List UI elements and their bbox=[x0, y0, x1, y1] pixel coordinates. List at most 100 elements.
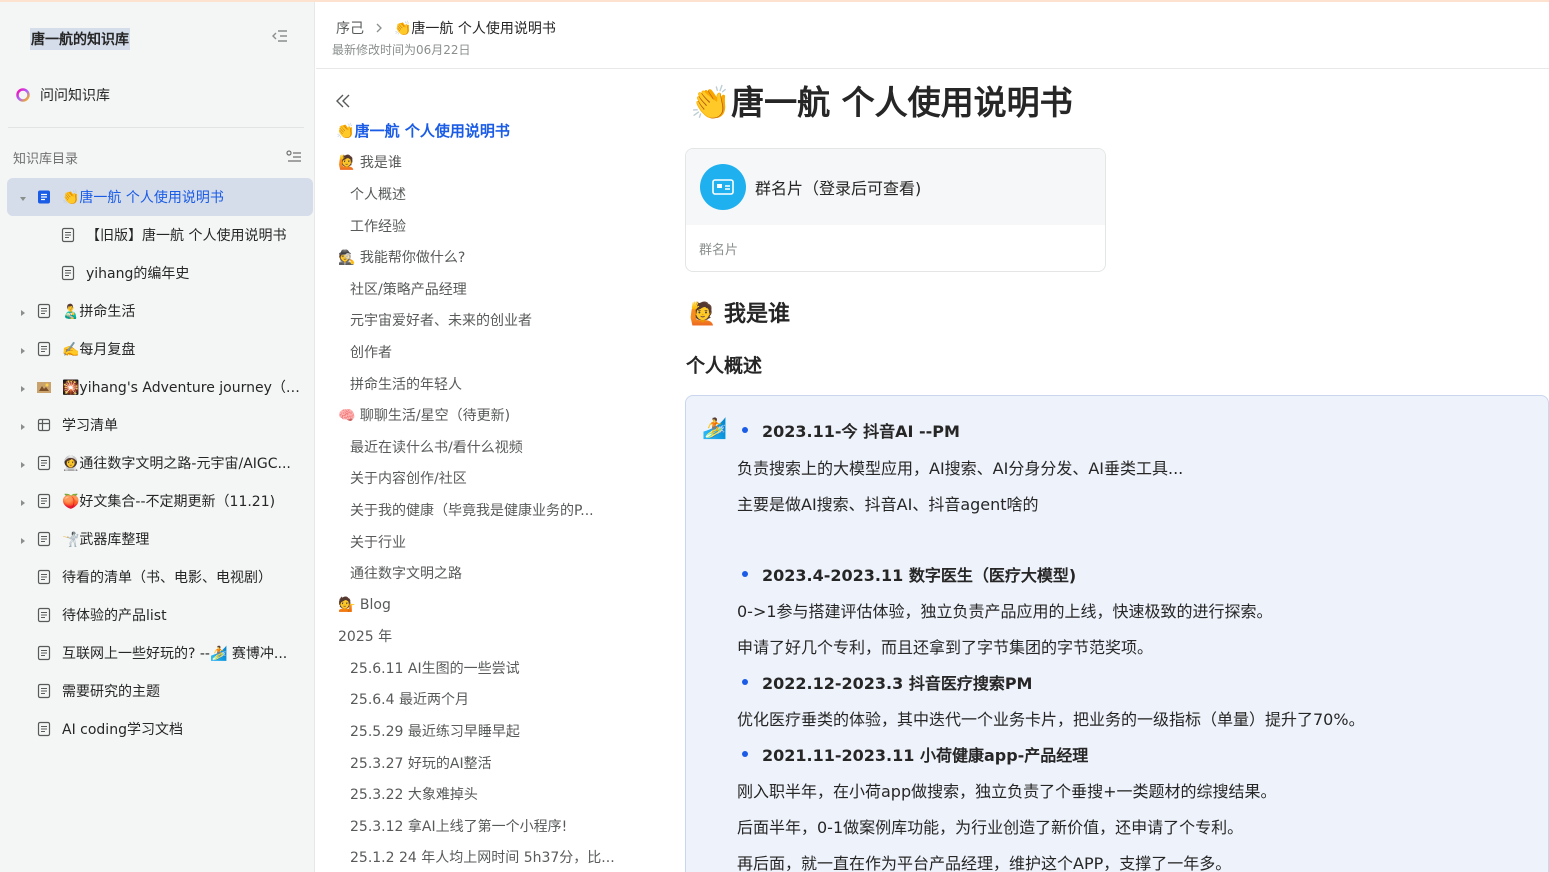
sidebar-item[interactable]: 🎇yihang's Adventure journey（new... bbox=[0, 368, 315, 406]
document-icon bbox=[60, 265, 76, 281]
outline-item[interactable]: 🧠 聊聊生活/星空（待更新) bbox=[316, 399, 656, 431]
caret-right-icon[interactable] bbox=[18, 420, 28, 430]
toc-list-icon[interactable] bbox=[285, 148, 303, 166]
outline-item[interactable]: 拼命生活的年轻人 bbox=[316, 368, 656, 400]
sidebar-item-label: 🤺武器库整理 bbox=[62, 532, 150, 548]
caret-right-icon[interactable] bbox=[18, 306, 28, 316]
experience-title: 2023.11-今 抖音AI --PM bbox=[762, 422, 960, 441]
outline-item[interactable]: 创作者 bbox=[316, 336, 656, 368]
outline-item[interactable]: 💁 Blog bbox=[316, 589, 656, 621]
doc-outline: 👏唐一航 个人使用说明书 🙋 我是谁 个人概述 工作经验 🕵️ 我能帮你做什么? 社区/策… bbox=[316, 70, 656, 872]
outline-item[interactable]: 社区/策略产品经理 bbox=[316, 273, 656, 305]
group-card[interactable]: 群名片（登录后可查看) 群名片 bbox=[685, 148, 1106, 272]
sidebar-item-label: 👨‍🍼拼命生活 bbox=[62, 304, 136, 320]
experience-detail: 刚入职半年，在小荷app做搜索，独立负责了个垂搜+一类题材的综搜结果。 bbox=[737, 782, 1277, 801]
double-chevron-left-icon[interactable] bbox=[334, 92, 352, 110]
document-icon bbox=[36, 607, 52, 623]
document-icon bbox=[36, 531, 52, 547]
sidebar-item[interactable]: 🍑好文集合--不定期更新（11.21) bbox=[0, 482, 315, 520]
sidebar-item[interactable]: 待体验的产品list bbox=[0, 596, 315, 634]
outline-item[interactable]: 25.5.29 最近练习早睡早起 bbox=[316, 715, 656, 747]
caret-right-icon[interactable] bbox=[18, 382, 28, 392]
caret-right-icon[interactable] bbox=[18, 344, 28, 354]
sidebar-item[interactable]: 🤺武器库整理 bbox=[0, 520, 315, 558]
sidebar-item[interactable]: 👩‍🚀通往数字文明之路-元宇宙/AIGC... bbox=[0, 444, 315, 482]
heading-who-am-i: 🙋 我是谁 bbox=[689, 302, 791, 327]
doc-header: 序己 👏唐一航 个人使用说明书 最新修改时间为06月22日 bbox=[316, 2, 1549, 69]
sidebar-item-label: 【旧版】唐一航 个人使用说明书 bbox=[86, 228, 287, 244]
sidebar-item-label: 待看的清单（书、电影、电视剧） bbox=[62, 570, 272, 586]
sidebar-item-label: 👏唐一航 个人使用说明书 bbox=[62, 190, 224, 206]
outline-item[interactable]: 最近在读什么书/看什么视频 bbox=[316, 431, 656, 463]
document-icon bbox=[60, 227, 76, 243]
bullet bbox=[742, 427, 748, 433]
document-icon bbox=[36, 645, 52, 661]
fireworks-emoji-icon bbox=[36, 379, 52, 395]
outline-item[interactable]: 2025 年 bbox=[316, 621, 656, 653]
outline-item[interactable]: 关于我的健康（毕竟我是健康业务的P... bbox=[316, 494, 656, 526]
sidebar-item-label: 🍑好文集合--不定期更新（11.21) bbox=[62, 494, 276, 510]
sidebar-item[interactable]: 👨‍🍼拼命生活 bbox=[0, 292, 315, 330]
document-icon bbox=[36, 303, 52, 319]
ai-ring-icon bbox=[14, 86, 32, 104]
bullet bbox=[742, 571, 748, 577]
outline-item[interactable]: 25.6.4 最近两个月 bbox=[316, 684, 656, 716]
experience-detail: 后面半年，0-1做案例库功能，为行业创造了新价值，还申请了个专利。 bbox=[737, 818, 1244, 837]
sidebar: 唐一航的知识库 问问知识库 知识库目录 👏唐一航 个人使用说明书 【旧版】唐一航 … bbox=[0, 2, 315, 872]
sidebar-item[interactable]: 【旧版】唐一航 个人使用说明书 bbox=[0, 216, 315, 254]
outline-item[interactable]: 关于内容创作/社区 bbox=[316, 463, 656, 495]
experience-detail: 0->1参与搭建评估体验，独立负责产品应用的上线，快速极致的进行探索。 bbox=[737, 602, 1273, 621]
experience-title: 2021.11-2023.11 小荷健康app-产品经理 bbox=[762, 746, 1089, 765]
outline-item[interactable]: 通往数字文明之路 bbox=[316, 557, 656, 589]
outline-item[interactable]: 25.6.11 AI生图的一些尝试 bbox=[316, 652, 656, 684]
sidebar-item[interactable]: yihang的编年史 bbox=[0, 254, 315, 292]
outline-item[interactable]: 25.1.2 24 年人均上网时间 5h37分，比... bbox=[316, 842, 656, 872]
outline-item[interactable]: 🙋 我是谁 bbox=[316, 147, 656, 179]
outline-item[interactable]: 👏唐一航 个人使用说明书 bbox=[316, 115, 656, 147]
outline-item[interactable]: 🕵️ 我能帮你做什么? bbox=[316, 241, 656, 273]
caret-right-icon[interactable] bbox=[18, 496, 28, 506]
bullet bbox=[742, 751, 748, 757]
document-icon bbox=[36, 721, 52, 737]
sidebar-item-label: 需要研究的主题 bbox=[62, 684, 160, 700]
sidebar-item-label: ✍️每月复盘 bbox=[62, 342, 136, 358]
sidebar-item[interactable]: 互联网上一些好玩的? --🏄 赛博冲... bbox=[0, 634, 315, 672]
id-card-icon bbox=[700, 164, 746, 210]
sidebar-item-label: 互联网上一些好玩的? --🏄 赛博冲... bbox=[62, 646, 288, 662]
sidebar-item[interactable]: 待看的清单（书、电影、电视剧） bbox=[0, 558, 315, 596]
surfer-emoji: 🏄 bbox=[702, 416, 727, 440]
collapse-sidebar-icon[interactable] bbox=[270, 26, 290, 46]
caret-right-icon[interactable] bbox=[18, 534, 28, 544]
outline-item[interactable]: 元宇宙爱好者、未来的创业者 bbox=[316, 305, 656, 337]
ask-knowledge-base-button[interactable]: 问问知识库 bbox=[14, 82, 110, 108]
outline-item[interactable]: 关于行业 bbox=[316, 526, 656, 558]
outline-item[interactable]: 工作经验 bbox=[316, 210, 656, 242]
sidebar-item-label: 🎇yihang's Adventure journey（new... bbox=[62, 380, 302, 396]
outline-item[interactable]: 个人概述 bbox=[316, 178, 656, 210]
divider bbox=[8, 127, 304, 128]
experience-detail: 申请了好几个专利，而且还拿到了字节集团的字节范奖项。 bbox=[737, 638, 1154, 657]
knowledge-base-title[interactable]: 唐一航的知识库 bbox=[30, 28, 130, 50]
outline-item[interactable]: 25.3.12 拿AI上线了第一个小程序! bbox=[316, 810, 656, 842]
caret-right-icon[interactable] bbox=[18, 458, 28, 468]
caret-down-icon[interactable] bbox=[18, 192, 28, 202]
sidebar-item[interactable]: AI coding学习文档 bbox=[0, 710, 315, 748]
experience-title: 2022.12-2023.3 抖音医疗搜索PM bbox=[762, 674, 1033, 693]
sidebar-item[interactable]: 学习清单 bbox=[0, 406, 315, 444]
breadcrumb-current[interactable]: 👏唐一航 个人使用说明书 bbox=[394, 18, 556, 38]
group-card-subtitle: 群名片 bbox=[699, 243, 739, 258]
sidebar-item[interactable]: ✍️每月复盘 bbox=[0, 330, 315, 368]
document-icon bbox=[36, 683, 52, 699]
toc-tree: 👏唐一航 个人使用说明书【旧版】唐一航 个人使用说明书 yihang的编年史 👨‍🍼… bbox=[0, 178, 315, 748]
outline-item[interactable]: 25.3.27 好玩的AI整活 bbox=[316, 747, 656, 779]
breadcrumb-root[interactable]: 序己 bbox=[336, 18, 364, 38]
sidebar-item-label: 学习清单 bbox=[62, 418, 118, 434]
sidebar-item[interactable]: 需要研究的主题 bbox=[0, 672, 315, 710]
experience-detail: 主要是做AI搜索、抖音AI、抖音agent啥的 bbox=[737, 495, 1039, 514]
group-card-name: 群名片（登录后可查看) bbox=[755, 179, 922, 198]
outline-item[interactable]: 25.3.22 大象难掉头 bbox=[316, 778, 656, 810]
experience-callout: 🏄 2023.11-今 抖音AI --PM 负责搜索上的大模型应用，AI搜索、A… bbox=[685, 395, 1549, 872]
doc-title: 👏唐一航 个人使用说明书 bbox=[690, 83, 1073, 122]
sidebar-item[interactable]: 👏唐一航 个人使用说明书 bbox=[7, 178, 313, 216]
heading-overview: 个人概述 bbox=[686, 355, 763, 377]
